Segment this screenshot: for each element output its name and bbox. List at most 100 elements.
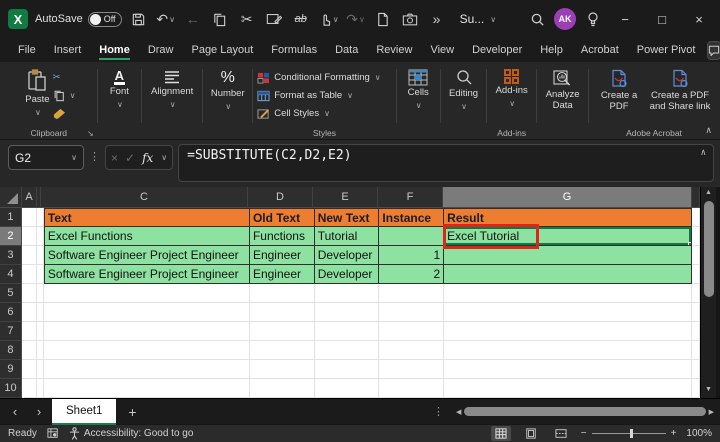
cell[interactable] (22, 322, 37, 341)
cell[interactable] (22, 284, 37, 303)
row-header-3[interactable]: 3 (0, 246, 22, 265)
document-title[interactable]: Su...∨ (460, 12, 497, 26)
cell[interactable] (379, 360, 444, 379)
comments-button[interactable] (707, 41, 720, 60)
minimize-button[interactable]: − (610, 5, 640, 33)
cell-D3[interactable]: Engineer (250, 246, 315, 265)
cell[interactable] (37, 208, 44, 227)
touch-mode-icon[interactable]: ∨ (318, 7, 339, 31)
cell[interactable] (692, 284, 700, 303)
macro-record-icon[interactable] (47, 428, 59, 439)
cell[interactable] (444, 360, 692, 379)
cell[interactable] (315, 284, 380, 303)
cell[interactable] (44, 360, 250, 379)
cell[interactable] (22, 341, 37, 360)
cell[interactable] (692, 227, 700, 246)
cell[interactable] (44, 379, 250, 398)
cell[interactable] (37, 379, 44, 398)
accessibility-status[interactable]: Accessibility: Good to go (69, 427, 194, 440)
page-break-preview-button[interactable] (551, 426, 571, 441)
tab-draw[interactable]: Draw (140, 41, 182, 59)
tab-file[interactable]: File (10, 41, 44, 59)
addins-button[interactable]: Add-ins ∨ (493, 66, 531, 125)
cell-E4[interactable]: Developer (315, 265, 380, 284)
column-header-d[interactable]: D (248, 187, 313, 208)
replace-icon[interactable]: ab (291, 7, 311, 31)
cell[interactable] (44, 322, 250, 341)
cut-button[interactable]: ✂ (53, 70, 76, 85)
cell[interactable] (444, 341, 692, 360)
tab-power-pivot[interactable]: Power Pivot (629, 41, 704, 59)
cell[interactable] (692, 379, 700, 398)
cell[interactable] (444, 322, 692, 341)
cell[interactable] (315, 303, 380, 322)
edit-picture-icon[interactable] (264, 7, 284, 31)
scroll-up-icon[interactable]: ▲ (705, 189, 712, 199)
tab-insert[interactable]: Insert (46, 41, 90, 59)
cell[interactable] (37, 265, 44, 284)
cell[interactable] (37, 303, 44, 322)
cell-D1[interactable]: Old Text (250, 208, 315, 227)
cell[interactable] (379, 322, 444, 341)
cell-E3[interactable]: Developer (315, 246, 380, 265)
column-header-g[interactable]: G (443, 187, 692, 208)
cell[interactable] (37, 246, 44, 265)
cell[interactable] (444, 284, 692, 303)
cell-F1[interactable]: Instance (379, 208, 444, 227)
horizontal-scrollbar[interactable]: ◀ ▶ (454, 405, 716, 419)
cut-icon[interactable]: ✂ (237, 7, 257, 31)
row-header-1[interactable]: 1 (0, 208, 22, 227)
cell[interactable] (379, 341, 444, 360)
cell[interactable] (315, 360, 380, 379)
close-button[interactable]: × (684, 5, 714, 33)
cell[interactable] (37, 227, 44, 246)
formula-bar-collapse-icon[interactable]: ∧ (701, 148, 706, 158)
column-header-e[interactable]: E (313, 187, 378, 208)
analyze-data-button[interactable]: Analyze Data (541, 66, 584, 125)
row-header-6[interactable]: 6 (0, 303, 22, 322)
cell[interactable] (44, 303, 250, 322)
cell[interactable] (379, 303, 444, 322)
search-icon[interactable] (527, 7, 547, 31)
cell-F3[interactable]: 1 (379, 246, 444, 265)
account-avatar[interactable]: AK (554, 8, 576, 30)
cell[interactable] (250, 360, 315, 379)
create-pdf-share-button[interactable]: Create a PDF and Share link (645, 66, 715, 125)
paste-button[interactable]: Paste ∨ (22, 66, 52, 125)
row-header-9[interactable]: 9 (0, 360, 22, 379)
zoom-slider[interactable] (592, 433, 666, 434)
zoom-out-button[interactable]: − (581, 428, 587, 439)
row-header-4[interactable]: 4 (0, 265, 22, 284)
tab-help[interactable]: Help (532, 41, 571, 59)
formula-input[interactable]: =SUBSTITUTE(C2,D2,E2) ∧ (178, 144, 714, 182)
conditional-formatting-button[interactable]: Conditional Formatting∨ (257, 70, 380, 85)
next-sheet-icon[interactable]: › (28, 404, 50, 419)
horizontal-scroll-thumb[interactable] (464, 407, 705, 416)
undo-icon[interactable]: ↶∨ (156, 7, 176, 31)
row-header-8[interactable]: 8 (0, 341, 22, 360)
cell[interactable] (22, 265, 37, 284)
number-menu-button[interactable]: % Number ∨ (208, 66, 248, 125)
cell-C1[interactable]: Text (44, 208, 250, 227)
cell[interactable] (250, 303, 315, 322)
cell[interactable] (22, 360, 37, 379)
tab-acrobat[interactable]: Acrobat (573, 41, 627, 59)
scroll-right-icon[interactable]: ▶ (709, 408, 714, 416)
cell[interactable] (692, 246, 700, 265)
cell[interactable] (22, 379, 37, 398)
cell[interactable] (22, 208, 37, 227)
name-box[interactable]: G2 ∨ (8, 145, 84, 170)
autosave-switch[interactable]: Off (88, 12, 122, 27)
sheet-tab-sheet1[interactable]: Sheet1 (52, 399, 116, 425)
editing-menu-button[interactable]: Editing ∨ (446, 66, 481, 125)
camera-icon[interactable] (400, 7, 420, 31)
cell[interactable] (315, 379, 380, 398)
scroll-left-icon[interactable]: ◀ (456, 408, 461, 416)
column-header-a[interactable]: A (22, 187, 37, 208)
tab-page-layout[interactable]: Page Layout (183, 41, 261, 59)
cell[interactable] (692, 360, 700, 379)
cells-menu-button[interactable]: Cells ∨ (405, 66, 432, 125)
tab-review[interactable]: Review (368, 41, 420, 59)
scroll-down-icon[interactable]: ▼ (705, 386, 712, 396)
tab-bar-menu-icon[interactable]: ⋮ (425, 405, 452, 418)
